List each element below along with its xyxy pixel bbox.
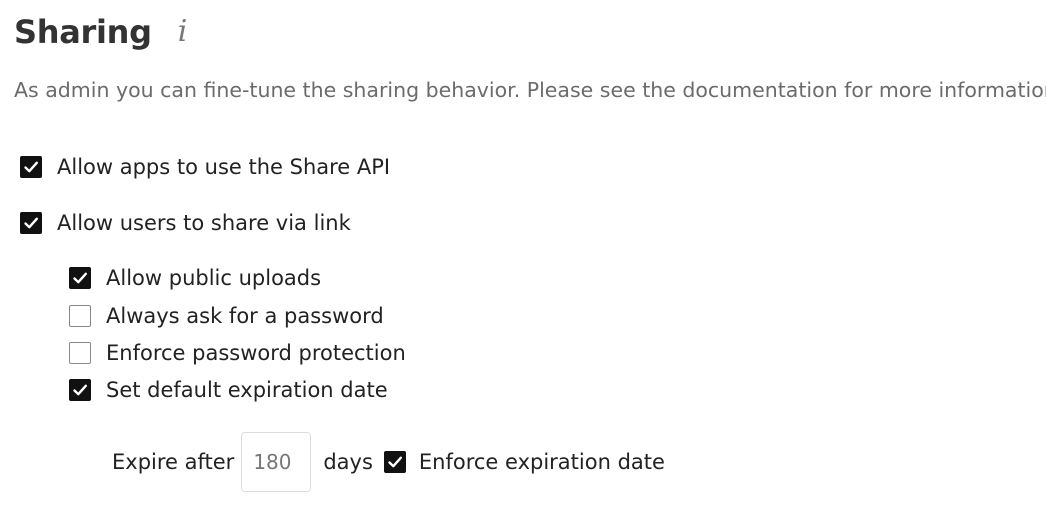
checkmark-icon [24, 217, 38, 229]
enforce-password-checkbox[interactable] [69, 342, 91, 364]
enforce-password-label: Enforce password protection [106, 341, 406, 365]
expire-days-input[interactable] [241, 432, 312, 492]
expiration-settings: Expire after days Enforce expiration dat… [112, 432, 665, 492]
checkmark-icon [24, 161, 38, 173]
checkmark-icon [73, 384, 87, 396]
section-description: As admin you can fine-tune the sharing b… [14, 78, 1046, 102]
expire-after-label: Expire after [112, 450, 235, 474]
share-via-link-option[interactable]: Allow users to share via link [20, 207, 351, 239]
checkmark-icon [73, 272, 87, 284]
enforce-expiration-option[interactable]: Enforce expiration date [373, 450, 665, 474]
share-via-link-checkbox[interactable] [20, 212, 42, 234]
public-uploads-label: Allow public uploads [106, 266, 322, 290]
enforce-password-option[interactable]: Enforce password protection [69, 337, 406, 369]
page-title: Sharing [14, 13, 152, 51]
ask-password-label: Always ask for a password [106, 304, 384, 328]
info-icon[interactable]: i [178, 17, 188, 47]
section-header: Sharing i [14, 8, 187, 56]
enforce-expiration-checkbox[interactable] [383, 451, 406, 473]
share-api-checkbox[interactable] [20, 156, 42, 178]
default-expiration-label: Set default expiration date [106, 378, 388, 402]
default-expiration-option[interactable]: Set default expiration date [69, 374, 388, 406]
ask-password-option[interactable]: Always ask for a password [69, 300, 384, 332]
ask-password-checkbox[interactable] [69, 305, 91, 327]
enforce-expiration-label: Enforce expiration date [418, 450, 665, 474]
share-api-label: Allow apps to use the Share API [57, 155, 391, 179]
default-expiration-checkbox[interactable] [69, 379, 91, 401]
days-label: days [323, 450, 373, 474]
share-via-link-label: Allow users to share via link [57, 211, 351, 235]
share-api-option[interactable]: Allow apps to use the Share API [20, 151, 390, 183]
public-uploads-option[interactable]: Allow public uploads [69, 262, 321, 294]
checkmark-icon [388, 456, 402, 468]
public-uploads-checkbox[interactable] [69, 267, 91, 289]
